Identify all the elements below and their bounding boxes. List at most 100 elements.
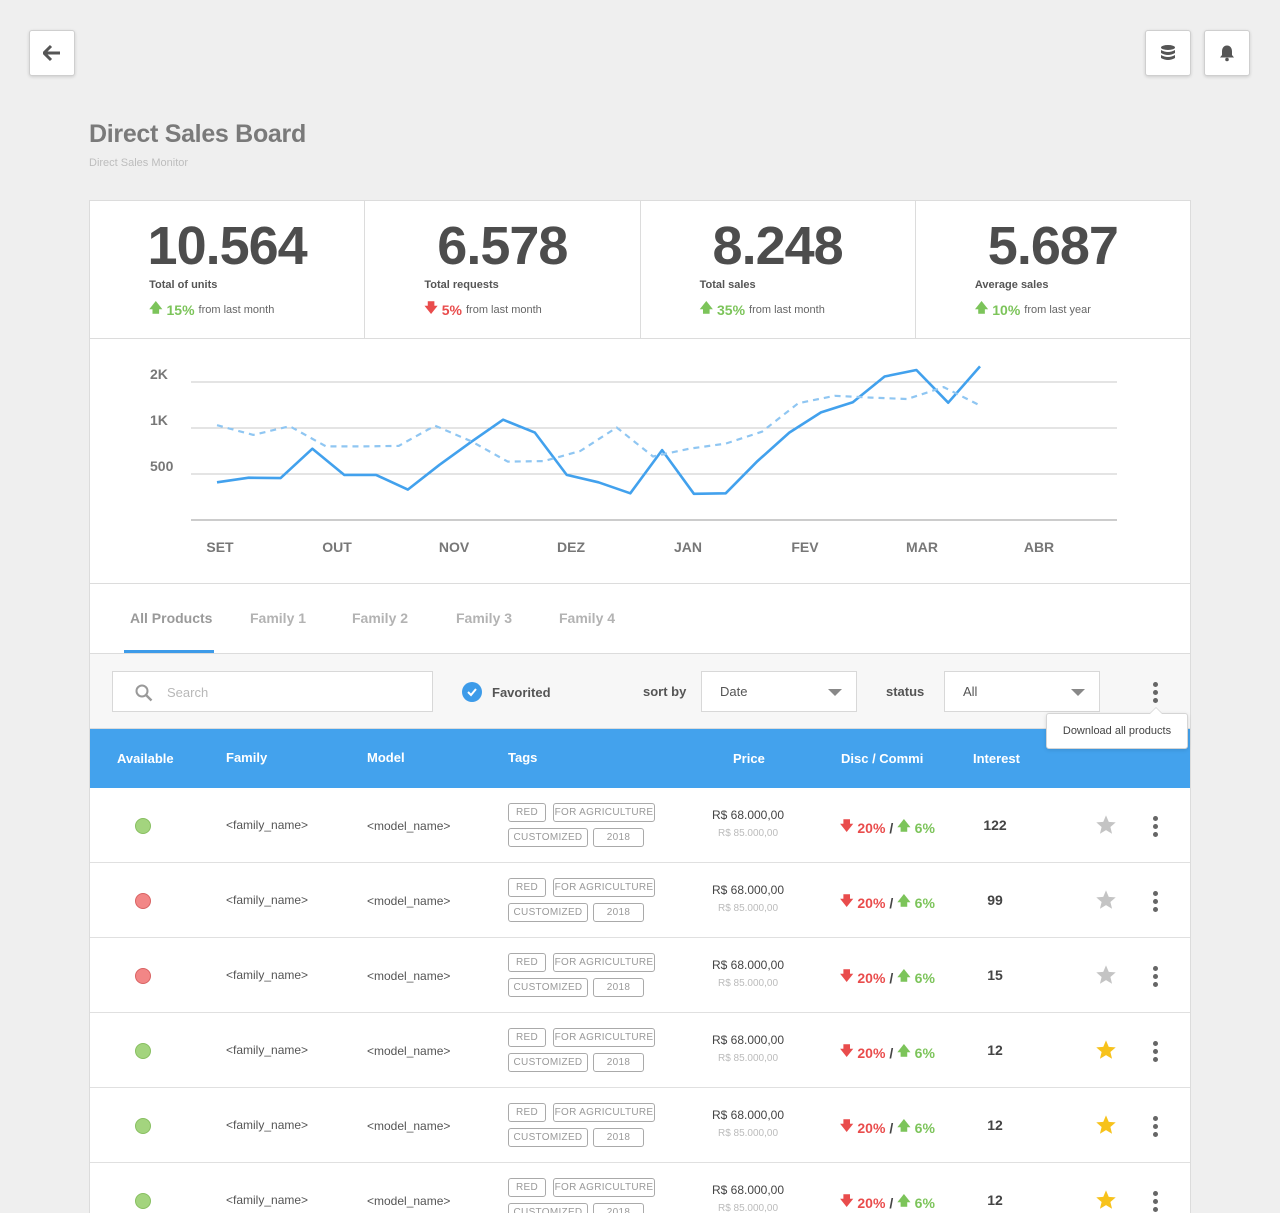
search-icon <box>135 684 153 702</box>
arrow-down-icon: 🡇 <box>840 1193 854 1208</box>
column-available[interactable]: Available <box>117 751 174 766</box>
favorited-toggle[interactable]: Favorited <box>462 682 551 702</box>
separator: / <box>889 1120 894 1136</box>
tab-family-3[interactable]: Family 3 <box>456 610 512 626</box>
tag-chip: CUSTOMIZED <box>508 978 588 997</box>
series-line-solid <box>216 365 981 496</box>
disc-commi-cell: 🡇 20% / 🡅 6% <box>840 1117 935 1139</box>
column-interest[interactable]: Interest <box>973 751 1020 766</box>
tag-chip: CUSTOMIZED <box>508 903 588 922</box>
database-button[interactable] <box>1145 30 1191 76</box>
model-name: <model_name> <box>367 1044 451 1058</box>
availability-indicator <box>135 893 151 909</box>
interest-value: 12 <box>987 1117 1003 1133</box>
back-button[interactable] <box>29 30 75 76</box>
discount-value: 20% <box>857 895 886 911</box>
notifications-button[interactable] <box>1204 30 1250 76</box>
download-tooltip[interactable]: Download all products <box>1046 707 1188 749</box>
star-icon[interactable] <box>1095 889 1117 911</box>
series-line-dashed <box>216 385 981 463</box>
row-options-button[interactable] <box>1145 889 1165 913</box>
star-icon[interactable] <box>1095 1189 1117 1211</box>
kpi-trend: 🡅 10% from last year <box>973 299 1133 321</box>
kpi-average-sales: 5.687 Average sales 🡅 10% from last year <box>916 201 1190 338</box>
column-price[interactable]: Price <box>733 751 765 766</box>
price-current: R$ 68.000,00 <box>711 883 785 897</box>
column-disc-commi[interactable]: Disc / Commi <box>841 751 923 766</box>
model-name: <model_name> <box>367 969 451 983</box>
disc-commi-cell: 🡇 20% / 🡅 6% <box>840 1192 935 1213</box>
product-table-body: <family_name> <model_name> RED FOR AGRICULT… <box>90 788 1190 1213</box>
sort-value: Date <box>720 684 748 699</box>
line-chart: 2K 1K 500 SET OUT NOV DEZ JAN FEV MAR ABR <box>150 365 1117 555</box>
arrow-up-icon: 🡅 <box>897 1118 911 1133</box>
tag-chip: 2018 <box>593 978 644 997</box>
status-label: status <box>886 684 925 699</box>
interest-value: 12 <box>987 1192 1003 1208</box>
family-name: <family_name> <box>226 968 309 982</box>
separator: / <box>889 820 894 836</box>
kpi-percent: 15% <box>166 302 195 318</box>
dashboard-card: 10.564 Total of units 🡅 15% from last mo… <box>89 200 1191 1213</box>
table-row[interactable]: <family_name> <model_name> RED FOR AGRICULT… <box>90 938 1190 1013</box>
kpi-period: from last month <box>198 304 275 316</box>
price-original: R$ 85.000,00 <box>717 1203 779 1213</box>
kpi-percent: 5% <box>441 302 462 318</box>
table-row[interactable]: <family_name> <model_name> RED FOR AGRICULT… <box>90 1163 1190 1213</box>
row-options-button[interactable] <box>1145 1114 1165 1138</box>
star-icon[interactable] <box>1095 814 1117 836</box>
kpi-value: 8.248 <box>712 216 844 276</box>
arrow-up-icon: 🡅 <box>699 300 713 315</box>
commission-value: 6% <box>914 895 935 911</box>
tag-chip: RED <box>508 953 546 972</box>
tab-family-1[interactable]: Family 1 <box>250 610 306 626</box>
tab-family-4[interactable]: Family 4 <box>559 610 615 626</box>
row-options-button[interactable] <box>1145 814 1165 838</box>
filter-bar: Favorited sort by Date status All Downlo… <box>90 654 1190 749</box>
kpi-value: 5.687 <box>987 216 1119 276</box>
search-box <box>112 671 433 712</box>
price-current: R$ 68.000,00 <box>711 958 785 972</box>
column-model[interactable]: Model <box>367 750 405 765</box>
star-icon[interactable] <box>1095 1114 1117 1136</box>
sort-select[interactable]: Date <box>701 671 857 712</box>
table-row[interactable]: <family_name> <model_name> RED FOR AGRICULT… <box>90 1013 1190 1088</box>
tag-chip: FOR AGRICULTURE <box>553 878 655 897</box>
y-tick-label: 2K <box>150 366 168 382</box>
price-cell: R$ 68.000,00 R$ 85.000,00 <box>690 808 806 839</box>
availability-indicator <box>135 1043 151 1059</box>
more-options-button[interactable] <box>1145 680 1165 704</box>
tab-all-products[interactable]: All Products <box>130 610 212 626</box>
tag-chip: FOR AGRICULTURE <box>553 1178 655 1197</box>
kpi-label: Total requests <box>424 279 499 291</box>
row-options-button[interactable] <box>1145 964 1165 988</box>
column-tags[interactable]: Tags <box>508 750 537 765</box>
row-options-button[interactable] <box>1145 1039 1165 1063</box>
x-tick-label: OUT <box>322 539 352 555</box>
star-icon[interactable] <box>1095 964 1117 986</box>
table-row[interactable]: <family_name> <model_name> RED FOR AGRICULT… <box>90 863 1190 938</box>
check-icon <box>462 682 482 702</box>
x-tick-label: NOV <box>439 539 470 555</box>
status-select[interactable]: All <box>944 671 1100 712</box>
bell-icon <box>1220 45 1234 62</box>
price-cell: R$ 68.000,00 R$ 85.000,00 <box>690 958 806 989</box>
search-input[interactable] <box>167 682 417 702</box>
kpi-period: from last year <box>1024 304 1091 316</box>
arrow-up-icon: 🡅 <box>897 818 911 833</box>
row-options-button[interactable] <box>1145 1189 1165 1213</box>
table-row[interactable]: <family_name> <model_name> RED FOR AGRICULT… <box>90 788 1190 863</box>
table-row[interactable]: <family_name> <model_name> RED FOR AGRICULT… <box>90 1088 1190 1163</box>
tag-chip: CUSTOMIZED <box>508 1203 588 1213</box>
price-original: R$ 85.000,00 <box>717 1053 779 1064</box>
favorited-label: Favorited <box>492 684 551 700</box>
kpi-percent: 10% <box>992 302 1021 318</box>
price-original: R$ 85.000,00 <box>717 828 779 839</box>
model-name: <model_name> <box>367 1194 451 1208</box>
tab-family-2[interactable]: Family 2 <box>352 610 408 626</box>
star-icon[interactable] <box>1095 1039 1117 1061</box>
kpi-total-units: 10.564 Total of units 🡅 15% from last mo… <box>90 201 366 338</box>
page-title: Direct Sales Board <box>89 120 306 148</box>
column-family[interactable]: Family <box>226 750 267 765</box>
arrow-up-icon: 🡅 <box>149 300 163 315</box>
